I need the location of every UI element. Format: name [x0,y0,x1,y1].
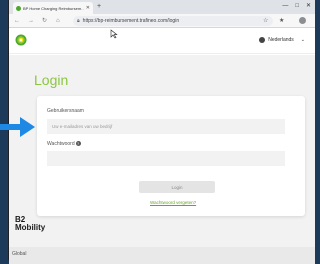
browser-window: BP Home Charging Reimbursem… ✕ + — □ ✕ ←… [9,0,315,264]
pointer-arrow-icon [0,117,35,137]
tab-title: BP Home Charging Reimbursem… [23,5,84,11]
password-label: Wachtwoord [47,141,75,147]
url-text: https://bp-reimbursement.trafineo.com/lo… [82,18,180,24]
forgot-password-link[interactable]: Wachtwoord vergeten? [150,200,196,205]
b2-mobility-logo: B2 Mobility [15,215,46,232]
login-card: Gebruikersnaam Wachtwoord? Login Wachtwo… [37,96,305,216]
page-title: Login [34,72,69,88]
help-icon[interactable]: ? [75,141,81,147]
username-label: Gebruikersnaam [47,108,84,114]
browser-toolbar: ← → ↻ ⌂ 🔒︎ https://bp-reimbursement.traf… [9,14,315,28]
globe-icon [259,37,266,43]
password-label-row: Wachtwoord? [47,141,81,147]
username-input[interactable] [47,119,285,134]
lock-icon: 🔒︎ [77,18,80,24]
forward-icon[interactable]: → [28,17,34,25]
maximize-icon[interactable]: □ [295,1,299,12]
home-icon[interactable]: ⌂ [56,17,60,25]
close-tab-icon[interactable]: ✕ [86,5,90,11]
favicon-icon [16,5,21,11]
bp-logo-icon [15,34,27,46]
back-icon[interactable]: ← [14,17,20,25]
language-label: Nederlands [268,37,294,43]
chevron-down-icon: ⌄ [300,37,305,43]
window-controls: — □ ✕ [282,1,311,12]
minimize-icon[interactable]: — [282,1,288,12]
password-input[interactable] [47,151,285,166]
address-bar[interactable]: 🔒︎ https://bp-reimbursement.trafineo.com… [73,16,273,26]
new-tab-button[interactable]: + [97,2,101,12]
refresh-icon[interactable]: ↻ [42,17,47,25]
login-button[interactable]: Login [139,181,215,193]
close-window-icon[interactable]: ✕ [306,1,311,12]
collections-icon[interactable]: ★ [279,17,284,25]
profile-avatar-icon[interactable] [299,17,306,24]
favorite-star-icon[interactable]: ☆ [263,17,268,25]
tab-strip: BP Home Charging Reimbursem… ✕ + — □ ✕ [9,0,315,14]
site-footer: Global [9,247,315,264]
footer-text: Global [12,251,27,257]
browser-tab[interactable]: BP Home Charging Reimbursem… ✕ [13,2,93,14]
site-header: Nederlands ⌄ [9,28,315,54]
language-selector[interactable]: Nederlands ⌄ [259,37,305,43]
mouse-cursor-icon [110,29,118,39]
